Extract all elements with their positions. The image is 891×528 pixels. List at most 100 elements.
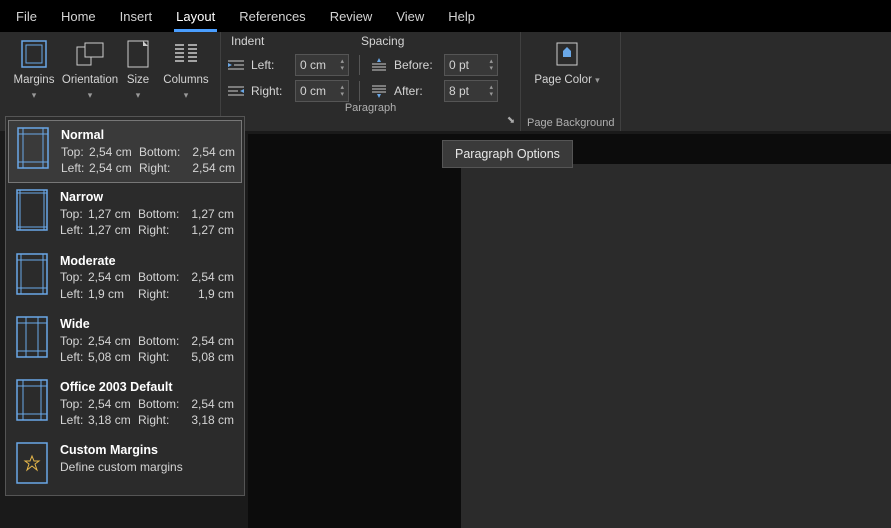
margin-preset-title: Wide bbox=[60, 316, 234, 333]
label-left: Left: bbox=[60, 349, 88, 365]
label-top: Top: bbox=[60, 206, 88, 222]
page-bg-group-label: Page Background bbox=[527, 117, 614, 131]
columns-icon bbox=[173, 38, 199, 70]
tab-file[interactable]: File bbox=[4, 3, 49, 30]
tab-view[interactable]: View bbox=[384, 3, 436, 30]
margin-preset-text: Custom MarginsDefine custom margins bbox=[60, 442, 183, 484]
group-paragraph: Indent Spacing Left: 0 cm▴▾ Before: 0 pt… bbox=[221, 32, 521, 131]
tab-help[interactable]: Help bbox=[436, 3, 487, 30]
label-top: Top: bbox=[61, 144, 89, 160]
orientation-label: Orientation bbox=[62, 74, 118, 88]
group-page-background: Page Color ▾ Page Background bbox=[521, 32, 621, 131]
label-bottom: Bottom: bbox=[138, 269, 184, 285]
label-top: Top: bbox=[60, 269, 88, 285]
spinner-icon[interactable]: ▴▾ bbox=[340, 58, 344, 72]
margin-preset-title: Moderate bbox=[60, 253, 234, 270]
indent-right-label: Right: bbox=[251, 84, 289, 98]
label-left: Left: bbox=[60, 222, 88, 238]
tab-insert[interactable]: Insert bbox=[108, 3, 165, 30]
spacing-before-label: Before: bbox=[394, 58, 438, 72]
margin-preset-title: Normal bbox=[61, 127, 235, 144]
spacing-before-icon bbox=[370, 58, 388, 72]
page-color-button[interactable]: Page Color ▾ bbox=[527, 34, 607, 88]
chevron-down-icon: ▾ bbox=[88, 90, 93, 101]
spinner-icon[interactable]: ▴▾ bbox=[340, 84, 344, 98]
size-button[interactable]: Size ▾ bbox=[118, 34, 158, 101]
margins-option-moderate[interactable]: ModerateTop:2,54 cmBottom:2,54 cmLeft:1,… bbox=[6, 246, 244, 309]
tab-home[interactable]: Home bbox=[49, 3, 108, 30]
margin-preset-text: NarrowTop:1,27 cmBottom:1,27 cmLeft:1,27… bbox=[60, 189, 234, 238]
value-top: 2,54 cm bbox=[88, 333, 138, 349]
value-right: 2,54 cm bbox=[185, 160, 235, 176]
label-left: Left: bbox=[60, 286, 88, 302]
indent-left-icon bbox=[227, 58, 245, 72]
spacing-after-input[interactable]: 8 pt▴▾ bbox=[444, 80, 498, 102]
margins-option-narrow[interactable]: NarrowTop:1,27 cmBottom:1,27 cmLeft:1,27… bbox=[6, 182, 244, 245]
spacing-before-input[interactable]: 0 pt▴▾ bbox=[444, 54, 498, 76]
indent-header: Indent bbox=[227, 34, 357, 48]
orientation-icon bbox=[75, 38, 105, 70]
margin-preset-text: NormalTop:2,54 cmBottom:2,54 cmLeft:2,54… bbox=[61, 127, 235, 176]
margin-preset-title: Office 2003 Default bbox=[60, 379, 234, 396]
margin-preset-title: Narrow bbox=[60, 189, 234, 206]
value-left: 3,18 cm bbox=[88, 412, 138, 428]
margins-dropdown: NormalTop:2,54 cmBottom:2,54 cmLeft:2,54… bbox=[5, 116, 245, 496]
margin-preset-icon bbox=[16, 442, 48, 484]
tab-layout[interactable]: Layout bbox=[164, 3, 227, 30]
value-bottom: 2,54 cm bbox=[185, 144, 235, 160]
margin-preset-text: WideTop:2,54 cmBottom:2,54 cmLeft:5,08 c… bbox=[60, 316, 234, 365]
value-bottom: 1,27 cm bbox=[184, 206, 234, 222]
margins-button[interactable]: Margins ▾ bbox=[6, 34, 62, 101]
value-right: 1,27 cm bbox=[184, 222, 234, 238]
label-top: Top: bbox=[60, 396, 88, 412]
document-area bbox=[248, 134, 891, 528]
chevron-down-icon: ▾ bbox=[32, 90, 37, 101]
spacing-header: Spacing bbox=[357, 34, 487, 48]
value-right: 3,18 cm bbox=[184, 412, 234, 428]
tab-references[interactable]: References bbox=[227, 3, 317, 30]
spacing-after-label: After: bbox=[394, 84, 438, 98]
margins-icon bbox=[21, 38, 47, 70]
label-right: Right: bbox=[138, 349, 184, 365]
paragraph-options-tooltip: Paragraph Options bbox=[442, 140, 573, 168]
indent-right-icon bbox=[227, 84, 245, 98]
value-bottom: 2,54 cm bbox=[184, 396, 234, 412]
spinner-icon[interactable]: ▴▾ bbox=[489, 58, 493, 72]
chevron-down-icon: ▾ bbox=[136, 90, 141, 101]
spacing-after-icon bbox=[370, 84, 388, 98]
label-top: Top: bbox=[60, 333, 88, 349]
size-label: Size bbox=[127, 74, 149, 88]
indent-left-input[interactable]: 0 cm▴▾ bbox=[295, 54, 349, 76]
orientation-button[interactable]: Orientation ▾ bbox=[62, 34, 118, 101]
label-left: Left: bbox=[60, 412, 88, 428]
value-left: 1,9 cm bbox=[88, 286, 138, 302]
label-bottom: Bottom: bbox=[138, 206, 184, 222]
label-right: Right: bbox=[139, 160, 185, 176]
margin-preset-title: Custom Margins bbox=[60, 442, 183, 459]
tab-review[interactable]: Review bbox=[318, 3, 385, 30]
columns-label: Columns bbox=[163, 74, 208, 88]
margin-preset-icon bbox=[16, 253, 48, 295]
indent-right-input[interactable]: 0 cm▴▾ bbox=[295, 80, 349, 102]
label-left: Left: bbox=[61, 160, 89, 176]
margins-option-custom-margins[interactable]: Custom MarginsDefine custom margins bbox=[6, 435, 244, 491]
page-color-icon bbox=[555, 38, 579, 70]
value-top: 2,54 cm bbox=[89, 144, 139, 160]
value-left: 5,08 cm bbox=[88, 349, 138, 365]
value-bottom: 2,54 cm bbox=[184, 333, 234, 349]
document-page[interactable] bbox=[461, 164, 891, 528]
margins-option-wide[interactable]: WideTop:2,54 cmBottom:2,54 cmLeft:5,08 c… bbox=[6, 309, 244, 372]
chevron-down-icon: ▾ bbox=[184, 90, 189, 101]
columns-button[interactable]: Columns ▾ bbox=[158, 34, 214, 101]
value-top: 2,54 cm bbox=[88, 269, 138, 285]
margins-option-office-2003-default[interactable]: Office 2003 DefaultTop:2,54 cmBottom:2,5… bbox=[6, 372, 244, 435]
value-top: 1,27 cm bbox=[88, 206, 138, 222]
chevron-down-icon: ▾ bbox=[595, 75, 600, 85]
paragraph-launcher[interactable]: ⬊ bbox=[504, 115, 518, 129]
spinner-icon[interactable]: ▴▾ bbox=[489, 84, 493, 98]
label-bottom: Bottom: bbox=[139, 144, 185, 160]
margins-option-normal[interactable]: NormalTop:2,54 cmBottom:2,54 cmLeft:2,54… bbox=[8, 120, 242, 183]
label-right: Right: bbox=[138, 412, 184, 428]
indent-left-label: Left: bbox=[251, 58, 289, 72]
size-icon bbox=[127, 38, 149, 70]
